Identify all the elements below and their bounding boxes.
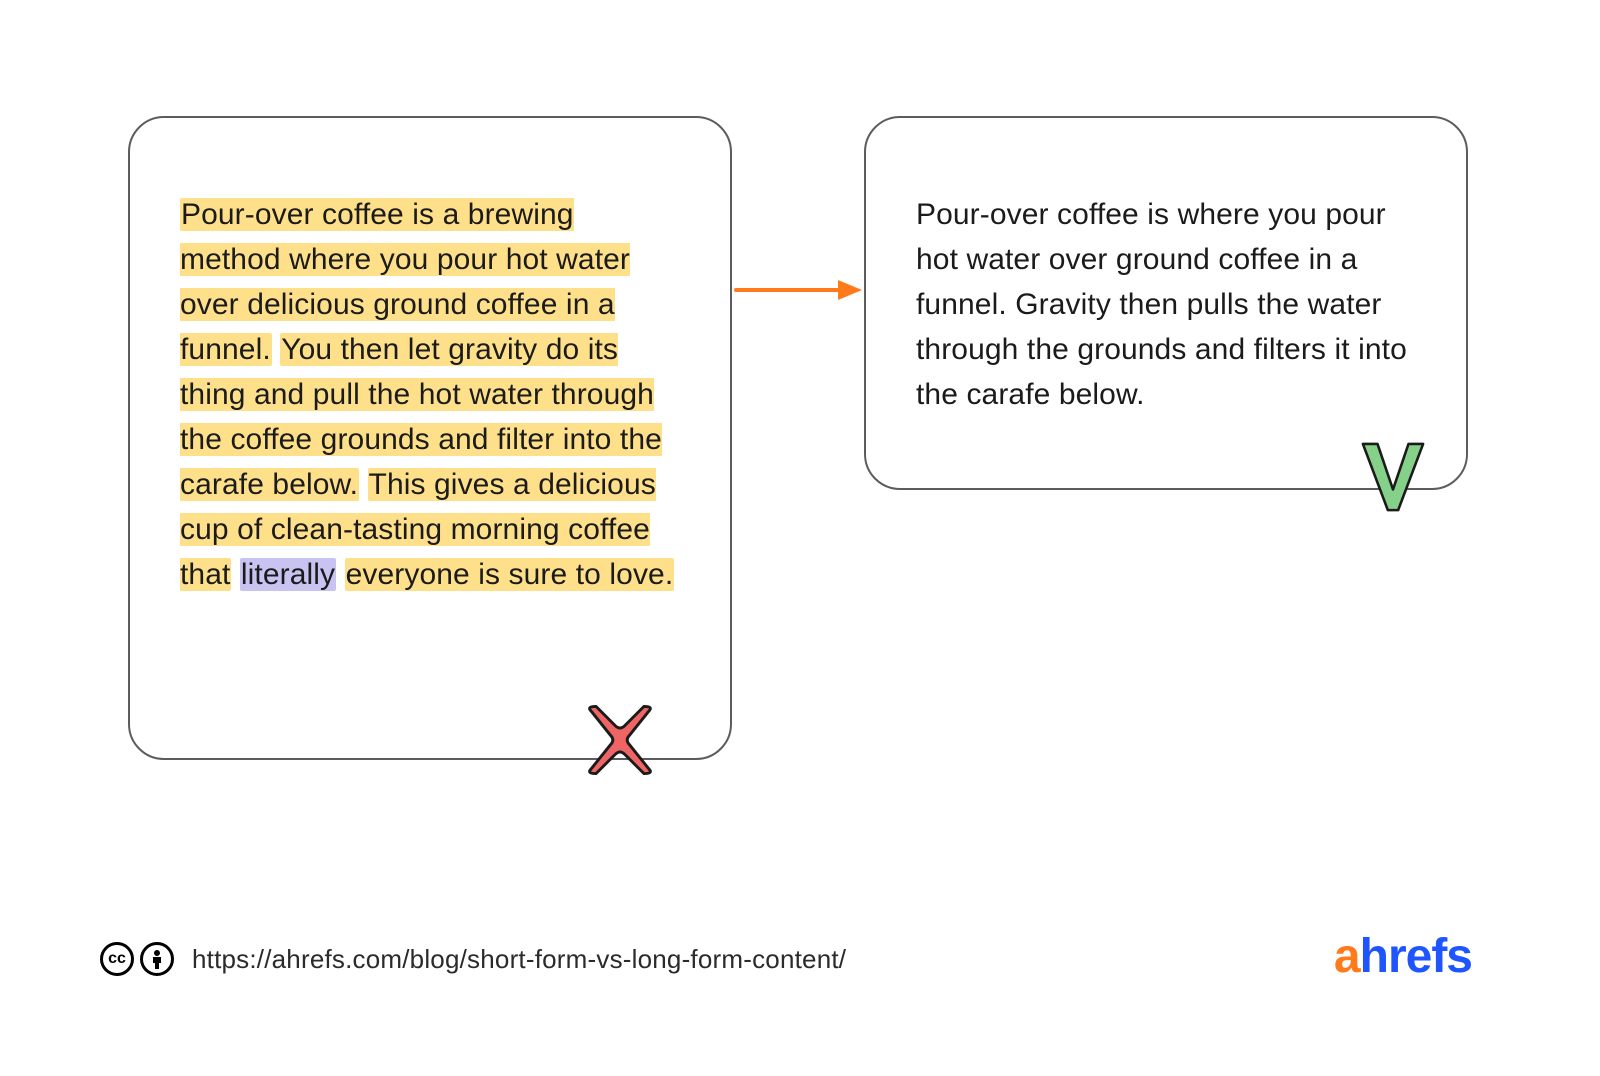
attribution-icon: [140, 942, 174, 976]
after-text: Pour-over coffee is where you pour hot w…: [916, 192, 1416, 417]
after-card: Pour-over coffee is where you pour hot w…: [864, 116, 1468, 490]
highlight-segment-purple: literally: [240, 558, 336, 591]
logo-part-hrefs: hrefs: [1360, 930, 1472, 983]
before-card: Pour-over coffee is a brewing method whe…: [128, 116, 732, 760]
ahrefs-logo: ahrefs: [1334, 929, 1472, 984]
attribution-footer: cc https://ahrefs.com/blog/short-form-vs…: [100, 942, 846, 976]
creative-commons-icon: cc: [100, 942, 134, 976]
source-url: https://ahrefs.com/blog/short-form-vs-lo…: [192, 944, 846, 975]
highlight-segment: everyone is sure to love.: [345, 558, 675, 591]
license-icons: cc: [100, 942, 174, 976]
before-text: Pour-over coffee is a brewing method whe…: [180, 192, 680, 597]
logo-part-a: a: [1334, 930, 1360, 983]
arrow-right-icon: [734, 278, 862, 302]
